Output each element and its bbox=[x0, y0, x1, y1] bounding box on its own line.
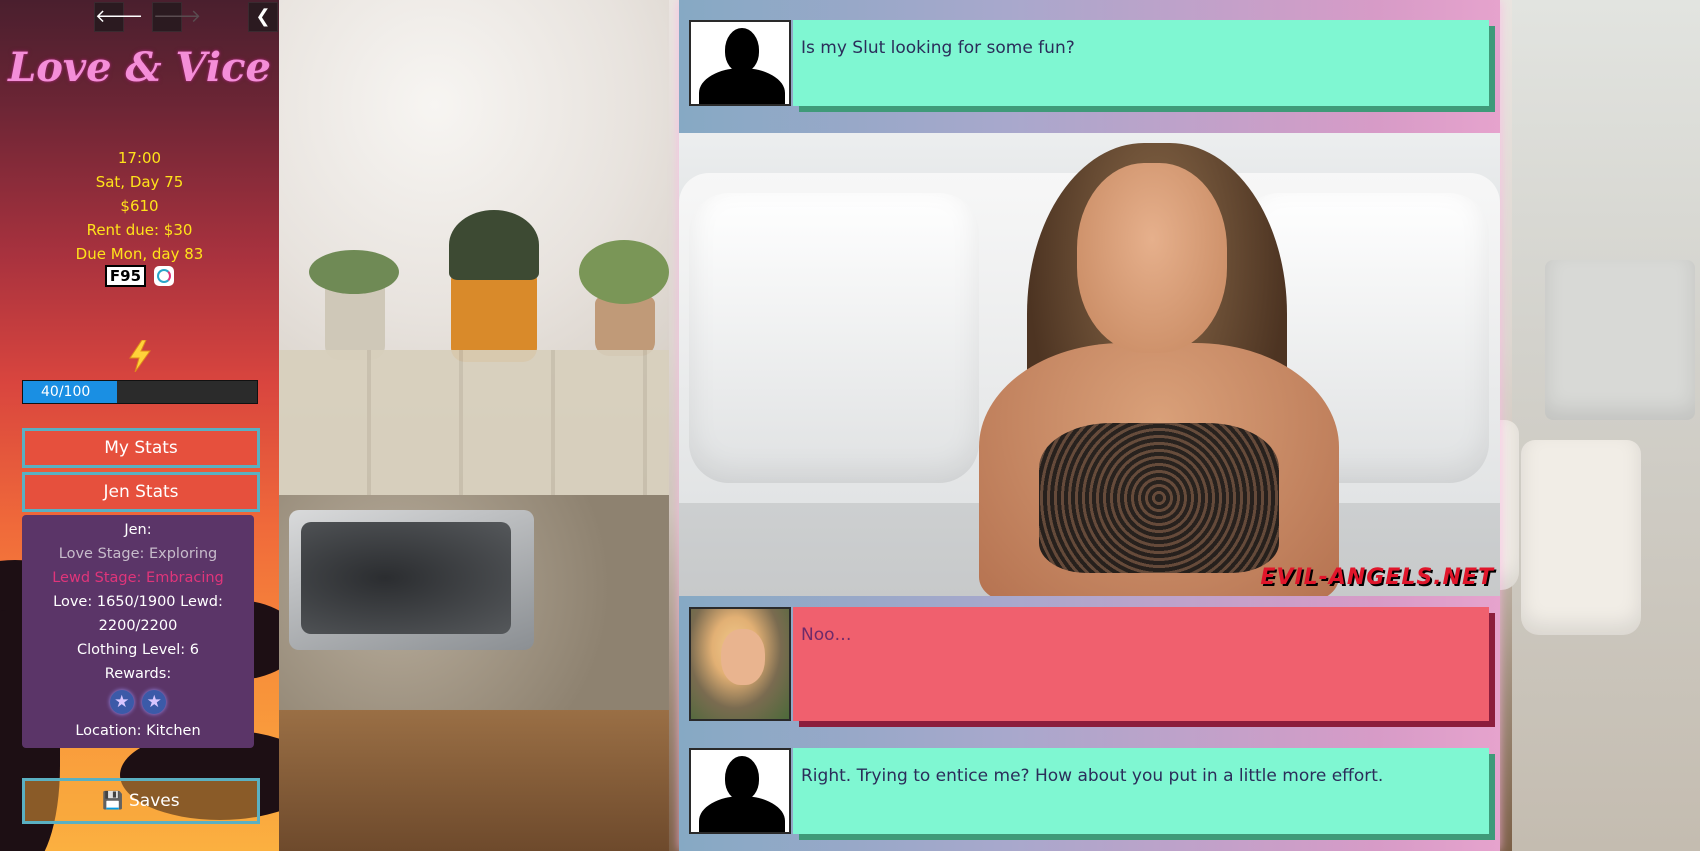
badge-row: F95 bbox=[0, 265, 279, 287]
date-label: Sat, Day 75 bbox=[95, 173, 184, 191]
star-icon: ★ bbox=[142, 690, 167, 714]
clothing-level: Clothing Level: 6 bbox=[77, 642, 199, 658]
character-name: Jen: bbox=[124, 522, 152, 538]
plant-pot bbox=[451, 272, 537, 362]
message-text: Right. Trying to entice me? How about yo… bbox=[793, 748, 1489, 834]
jen-stats-panel: Jen: Love Stage: Exploring Lewd Stage: E… bbox=[22, 515, 254, 748]
figure-outfit bbox=[1039, 423, 1279, 573]
silhouette-body bbox=[699, 796, 785, 832]
wood-cabinets bbox=[279, 710, 669, 851]
message-text: Is my Slut looking for some fun? bbox=[793, 20, 1489, 106]
status-info: 17:00 Sat, Day 75 $610 Rent due: $30 Due… bbox=[0, 146, 279, 266]
love-lewd-values: Love: 1650/1900 Lewd: bbox=[53, 594, 223, 610]
location-label: Location: Kitchen bbox=[75, 723, 201, 739]
kitchen-right-side bbox=[1512, 0, 1700, 851]
figure-face bbox=[1077, 163, 1227, 353]
plant-pot bbox=[595, 296, 655, 356]
money-label: $610 bbox=[120, 197, 159, 215]
love-stage: Love Stage: Exploring bbox=[58, 546, 218, 562]
forward-button[interactable]: 🡒 bbox=[152, 2, 201, 32]
arrow-right-icon: 🡒 bbox=[153, 6, 202, 27]
plant-leaves bbox=[449, 210, 539, 280]
energy-label: 40/100 bbox=[41, 384, 91, 400]
message-row: Right. Trying to entice me? How about yo… bbox=[689, 748, 1489, 834]
silhouette-icon bbox=[725, 756, 759, 800]
due-label: Due Mon, day 83 bbox=[75, 245, 204, 263]
sidebar: 🡐 🡒 ❮ Love & Vice 17:00 Sat, Day 75 $610… bbox=[0, 0, 279, 851]
reward-stars: ★ ★ bbox=[22, 690, 254, 715]
silhouette-icon bbox=[725, 28, 759, 72]
appliance bbox=[1545, 260, 1695, 420]
message-text: Noo… bbox=[793, 607, 1489, 721]
history-nav: 🡐 🡒 ❮ bbox=[0, 0, 279, 34]
avatar bbox=[689, 748, 791, 834]
lightning-icon bbox=[129, 340, 151, 372]
sofa-cushion bbox=[689, 193, 979, 483]
energy-bar: 40/100 bbox=[22, 380, 258, 404]
back-button[interactable]: 🡐 bbox=[94, 2, 143, 32]
wall-tiles bbox=[279, 350, 669, 500]
avatar bbox=[689, 607, 791, 721]
star-icon: ★ bbox=[109, 690, 134, 714]
silhouette-body bbox=[699, 68, 785, 104]
message-row: Is my Slut looking for some fun? bbox=[689, 20, 1489, 106]
sink-basin bbox=[301, 522, 511, 634]
plant-leaves bbox=[309, 250, 399, 294]
avatar bbox=[689, 20, 791, 106]
saves-button[interactable]: 💾 Saves bbox=[22, 778, 260, 824]
jen-face bbox=[721, 629, 765, 685]
lewd-values: 2200/2200 bbox=[98, 618, 178, 634]
storage-jar bbox=[1521, 440, 1641, 635]
scene-image: EVIL-ANGELS.NET bbox=[679, 133, 1500, 596]
lewd-stage: Lewd Stage: Embracing bbox=[52, 570, 224, 586]
collapse-sidebar-button[interactable]: ❮ bbox=[248, 2, 278, 32]
rewards-label: Rewards: bbox=[104, 666, 172, 682]
plant-leaves bbox=[579, 240, 669, 304]
jen-stats-button[interactable]: Jen Stats bbox=[22, 472, 260, 512]
f95-badge[interactable]: F95 bbox=[104, 265, 147, 287]
chevron-left-icon: ❮ bbox=[255, 6, 271, 27]
image-watermark: EVIL-ANGELS.NET bbox=[1260, 565, 1494, 590]
game-logo: Love & Vice bbox=[8, 44, 271, 91]
patreon-icon[interactable] bbox=[154, 266, 175, 286]
my-stats-button[interactable]: My Stats bbox=[22, 428, 260, 468]
arrow-left-icon: 🡐 bbox=[95, 6, 144, 27]
time-label: 17:00 bbox=[117, 149, 162, 167]
rent-label: Rent due: $30 bbox=[86, 221, 193, 239]
message-row: Noo… bbox=[689, 607, 1489, 721]
